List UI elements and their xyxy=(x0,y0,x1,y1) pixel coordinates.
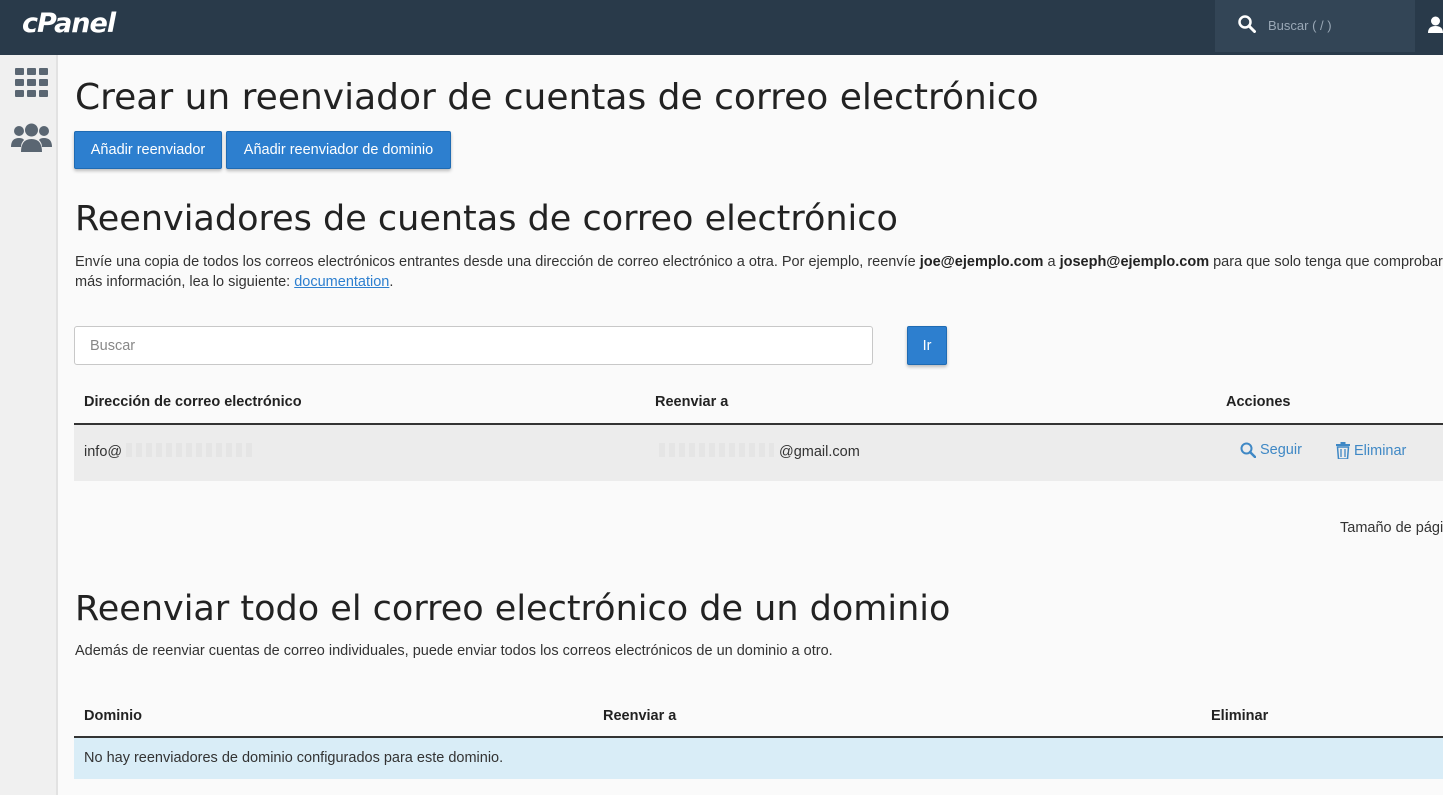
grid-icon[interactable] xyxy=(15,68,48,97)
global-search-placeholder: Buscar ( / ) xyxy=(1268,18,1332,33)
column-header-forward-to[interactable]: Reenviar a xyxy=(655,394,728,410)
redacted-text xyxy=(126,443,256,457)
sidebar xyxy=(0,55,58,795)
trash-icon xyxy=(1336,442,1350,459)
top-bar: cPanel Buscar ( / ) xyxy=(0,0,1443,55)
redacted-text xyxy=(659,443,774,457)
desc-text: Envíe una copia de todos los correos ele… xyxy=(75,254,920,270)
documentation-link[interactable]: documentation xyxy=(294,274,389,290)
track-button[interactable]: Seguir xyxy=(1240,442,1302,458)
domain-forwarding-heading: Reenviar todo el correo electrónico de u… xyxy=(75,589,951,629)
forwarder-search-input[interactable] xyxy=(74,326,873,365)
desc-text: . xyxy=(389,274,394,290)
forward-to-cell: @gmail.com xyxy=(779,444,860,460)
column-header-domain-forward-to[interactable]: Reenviar a xyxy=(603,708,676,724)
search-icon xyxy=(1238,15,1256,33)
desc-example-from: joe@ejemplo.com xyxy=(919,254,1044,270)
track-label: Seguir xyxy=(1260,442,1302,458)
user-icon[interactable] xyxy=(1428,16,1443,34)
cpanel-logo[interactable]: cPanel xyxy=(22,8,116,39)
forwarders-description: Envíe una copia de todos los correos ele… xyxy=(75,252,1443,273)
global-search[interactable]: Buscar ( / ) xyxy=(1215,0,1415,52)
page-title: Crear un reenviador de cuentas de correo… xyxy=(75,77,1039,118)
forwarders-description-line2: más información, lea lo siguiente: docum… xyxy=(75,272,393,293)
add-forwarder-button[interactable]: Añadir reenviador xyxy=(74,131,222,169)
column-header-domain[interactable]: Dominio xyxy=(84,708,142,724)
desc-example-to: joseph@ejemplo.com xyxy=(1059,254,1210,270)
delete-label: Eliminar xyxy=(1354,442,1407,459)
forwarders-heading: Reenviadores de cuentas de correo electr… xyxy=(75,199,898,239)
delete-button[interactable]: Eliminar xyxy=(1336,442,1406,459)
desc-text: más información, lea lo siguiente: xyxy=(75,274,295,290)
desc-text: para que solo tenga que comprobar xyxy=(1209,254,1443,270)
empty-state-row: No hay reenviadores de dominio configura… xyxy=(74,738,1443,779)
page-size-label: Tamaño de pági xyxy=(1340,520,1443,536)
empty-state-message: No hay reenviadores de dominio configura… xyxy=(84,750,504,766)
table-row: info@ @gmail.com Seguir Eliminar xyxy=(74,425,1443,481)
column-header-delete: Eliminar xyxy=(1211,708,1269,724)
desc-text: a xyxy=(1043,254,1060,270)
domain-forwarding-description: Además de reenviar cuentas de correo ind… xyxy=(75,643,833,659)
column-header-actions: Acciones xyxy=(1226,394,1291,410)
go-button[interactable]: Ir xyxy=(907,326,947,365)
column-header-email[interactable]: Dirección de correo electrónico xyxy=(84,394,302,410)
search-icon xyxy=(1240,442,1256,458)
email-cell: info@ xyxy=(84,444,123,460)
add-domain-forwarder-button[interactable]: Añadir reenviador de dominio xyxy=(226,131,451,169)
users-icon[interactable] xyxy=(11,123,52,153)
